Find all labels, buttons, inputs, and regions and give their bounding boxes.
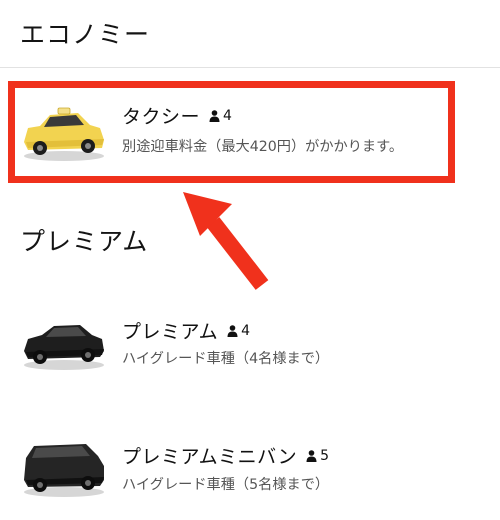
capacity-count: 4 (223, 107, 232, 124)
ride-option-premium[interactable]: プレミアム 4 ハイグレード車種（4名様まで） (18, 305, 448, 391)
ride-name: タクシー (122, 106, 201, 128)
person-icon (306, 449, 317, 462)
ride-name: プレミアム (122, 321, 219, 343)
ride-description: ハイグレード車種（4名様まで） (122, 351, 330, 367)
section-divider (0, 67, 500, 68)
capacity-badge: 5 (306, 448, 329, 464)
sedan-car-icon (24, 325, 104, 370)
capacity-count: 4 (241, 322, 251, 339)
ride-description: 別途迎車料金（最大420円）がかかります。 (122, 139, 404, 155)
taxi-car-icon (24, 107, 104, 161)
capacity-badge: 4 (227, 323, 250, 339)
ride-description: ハイグレード車種（5名様まで） (122, 477, 330, 493)
minivan-car-icon (24, 444, 104, 497)
person-icon (209, 109, 220, 122)
capacity-badge: 4 (209, 108, 232, 124)
capacity-count: 5 (320, 447, 330, 464)
ride-option-premium-minivan[interactable]: プレミアムミニバン 5 ハイグレード車種（5名様まで） (18, 430, 448, 516)
section-title-economy: エコノミー (20, 20, 151, 49)
ride-option-taxi[interactable]: タクシー 4 別途迎車料金（最大420円）がかかります。 (18, 90, 448, 176)
ride-name: プレミアムミニバン (122, 446, 298, 468)
person-icon (227, 324, 238, 337)
section-title-premium: プレミアム (20, 227, 149, 256)
